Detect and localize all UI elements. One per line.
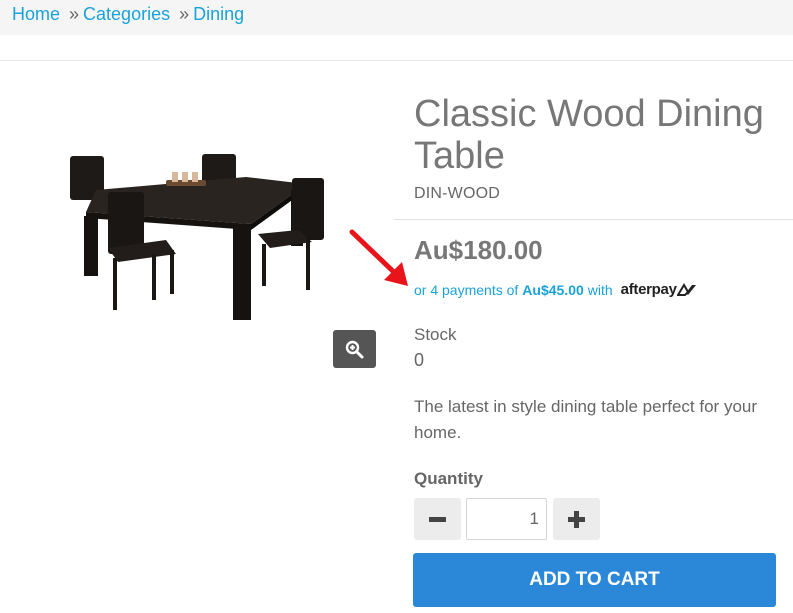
quantity-input[interactable] [466,498,547,540]
quantity-decrease-button[interactable] [414,498,461,540]
chair-leg [152,254,156,300]
breadcrumb-home[interactable]: Home [12,4,60,24]
afterpay-logo-text: afterpay [620,281,677,298]
divider [394,219,793,220]
breadcrumb-separator: » [179,4,190,24]
afterpay-badge-icon [676,282,696,296]
candle [172,172,178,182]
plus-icon [568,511,585,528]
breadcrumb-categories[interactable]: Categories [83,4,170,24]
minus-icon [429,517,446,522]
afterpay-suffix: with [587,281,613,298]
candle [182,172,188,182]
quantity-increase-button[interactable] [553,498,600,540]
zoom-button[interactable] [333,330,376,368]
quantity-label: Quantity [414,469,483,488]
afterpay-amount: Au$45.00 [522,281,584,298]
product-price: Au$180.00 [414,235,543,265]
red-arrow [349,229,408,286]
product-title: Classic Wood Dining Table [414,93,764,177]
candle [192,172,198,182]
stock-value: 0 [414,350,425,370]
afterpay-logo: afterpay [621,281,697,298]
stock-label: Stock [414,325,457,344]
add-to-cart-button[interactable]: ADD TO CART [413,553,776,607]
divider [0,60,793,61]
chair-leg [113,258,117,310]
afterpay-prefix: or 4 payments of [414,281,519,298]
product-image[interactable] [66,150,326,325]
product-description: The latest in style dining table perfect… [414,397,758,442]
afterpay-info[interactable]: or 4 payments of Au$45.00 with afterpay [414,281,697,298]
table-leg [84,216,98,276]
table-leg [233,228,251,320]
breadcrumb-dining[interactable]: Dining [193,4,244,24]
breadcrumb: Home» Categories» Dining [12,3,244,25]
zoom-in-icon [345,340,364,359]
product-sku: DIN-WOOD [414,185,501,202]
chair-leg [306,238,310,290]
chair-leg [170,250,174,294]
breadcrumb-separator: » [69,4,80,24]
chair-leg [262,244,266,286]
